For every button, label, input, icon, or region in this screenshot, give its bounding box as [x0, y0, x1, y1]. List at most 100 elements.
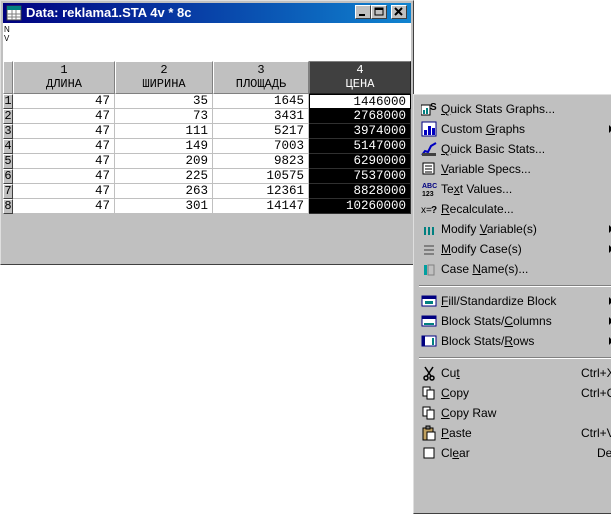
row-header-2[interactable]: 2	[3, 109, 13, 124]
menu-item-quick-stats-graphs[interactable]: S Quick Stats Graphs...	[417, 99, 611, 119]
menu-item-copy[interactable]: Copy Ctrl+C	[417, 383, 611, 403]
table-cell[interactable]: 47	[13, 94, 115, 109]
menu-item-label: Recalculate...	[441, 202, 514, 216]
svg-text:S: S	[430, 102, 437, 113]
svg-text:?: ?	[431, 205, 437, 216]
menu-item-variable-specs[interactable]: Variable Specs...	[417, 159, 611, 179]
data-window: Data: reklama1.STA 4v * 8c N V 1 ДЛИНА 2…	[0, 0, 414, 265]
table-cell[interactable]: 209	[115, 154, 213, 169]
column-name: ПЛОЩАДЬ	[235, 77, 287, 91]
close-button[interactable]	[391, 5, 407, 19]
table-cell[interactable]: 301	[115, 199, 213, 214]
table-cell[interactable]: 149	[115, 139, 213, 154]
selected-cell[interactable]: 8828000	[309, 184, 411, 199]
active-cell[interactable]: 1446000	[309, 94, 411, 109]
table-cell[interactable]: 47	[13, 154, 115, 169]
row-header-5[interactable]: 5	[3, 154, 13, 169]
menu-item-modify-variables[interactable]: Modify Variable(s)	[417, 219, 611, 239]
menu-item-block-stats-columns[interactable]: Block Stats/Columns	[417, 311, 611, 331]
menu-item-label: Fill/Standardize Block	[441, 294, 557, 308]
shortcut-label: Ctrl+X	[581, 366, 611, 380]
selected-cell[interactable]: 3974000	[309, 124, 411, 139]
table-cell[interactable]: 12361	[213, 184, 309, 199]
row-header-4[interactable]: 4	[3, 139, 13, 154]
info-label-v: V	[4, 34, 10, 43]
menu-item-block-stats-rows[interactable]: Block Stats/Rows	[417, 331, 611, 351]
menu-item-quick-basic-stats[interactable]: Quick Basic Stats...	[417, 139, 611, 159]
menu-item-label: Variable Specs...	[441, 162, 531, 176]
menu-item-label: Paste	[441, 426, 472, 440]
column-header-4[interactable]: 4 ЦЕНА	[309, 61, 411, 94]
maximize-button[interactable]	[371, 5, 387, 19]
menu-item-label: Cut	[441, 366, 460, 380]
menu-item-cut[interactable]: Cut Ctrl+X	[417, 363, 611, 383]
shortcut-label: Ctrl+C	[581, 386, 611, 400]
row-header-7[interactable]: 7	[3, 184, 13, 199]
table-cell[interactable]: 47	[13, 184, 115, 199]
menu-item-fill-standardize-block[interactable]: Fill/Standardize Block	[417, 291, 611, 311]
column-name: ДЛИНА	[45, 77, 82, 91]
corner-cell[interactable]	[3, 61, 13, 94]
modify-cases-icon	[424, 245, 434, 255]
table-cell[interactable]: 35	[115, 94, 213, 109]
menu-item-label: Copy	[441, 386, 470, 400]
menu-item-modify-cases[interactable]: Modify Case(s)	[417, 239, 611, 259]
table-cell[interactable]: 3431	[213, 109, 309, 124]
fill-standardize-icon	[421, 295, 437, 307]
menu-item-case-names[interactable]: Case Name(s)...	[417, 259, 611, 279]
selected-cell[interactable]: 5147000	[309, 139, 411, 154]
table-cell[interactable]: 47	[13, 199, 115, 214]
menu-item-text-values[interactable]: ABC 123 Text Values...	[417, 179, 611, 199]
table-cell[interactable]: 47	[13, 109, 115, 124]
table-cell[interactable]: 73	[115, 109, 213, 124]
row-header-8[interactable]: 8	[3, 199, 13, 214]
column-header-3[interactable]: 3 ПЛОЩАДЬ	[213, 61, 309, 94]
column-number: 3	[257, 63, 265, 77]
svg-text:ABC: ABC	[422, 183, 437, 190]
menu-item-paste[interactable]: Paste Ctrl+V	[417, 423, 611, 443]
menu-item-custom-graphs[interactable]: Custom Graphs	[417, 119, 611, 139]
title-bar[interactable]: Data: reklama1.STA 4v * 8c	[3, 3, 411, 23]
table-cell[interactable]: 10575	[213, 169, 309, 184]
menu-item-label: Copy Raw	[441, 406, 497, 420]
table-cell[interactable]: 47	[13, 169, 115, 184]
minimize-button[interactable]	[355, 5, 371, 19]
selected-cell[interactable]: 6290000	[309, 154, 411, 169]
column-name: ШИРИНА	[142, 77, 186, 91]
column-number: 1	[60, 63, 68, 77]
menu-item-copy-raw[interactable]: Copy Raw	[417, 403, 611, 423]
table-cell[interactable]: 9823	[213, 154, 309, 169]
table-cell[interactable]: 47	[13, 139, 115, 154]
menu-item-clear[interactable]: Clear Del	[417, 443, 611, 463]
shortcut-label: Del	[597, 446, 611, 460]
menu-item-label: Clear	[441, 446, 470, 460]
case-names-icon	[424, 264, 435, 276]
info-label-n: N	[4, 25, 10, 34]
table-cell[interactable]: 1645	[213, 94, 309, 109]
table-cell[interactable]: 14147	[213, 199, 309, 214]
row-header-6[interactable]: 6	[3, 169, 13, 184]
context-menu: S Quick Stats Graphs... Custom Graphs Qu…	[413, 94, 611, 514]
table-cell[interactable]: 7003	[213, 139, 309, 154]
quick-basic-stats-icon	[421, 142, 437, 156]
selected-cell[interactable]: 7537000	[309, 169, 411, 184]
block-stats-columns-icon	[421, 315, 437, 327]
table-cell[interactable]: 47	[13, 124, 115, 139]
selected-cell[interactable]: 2768000	[309, 109, 411, 124]
table-cell[interactable]: 111	[115, 124, 213, 139]
row-header-1[interactable]: 1	[3, 94, 13, 109]
column-number: 2	[160, 63, 168, 77]
table-cell[interactable]: 5217	[213, 124, 309, 139]
table-cell[interactable]: 225	[115, 169, 213, 184]
column-header-1[interactable]: 1 ДЛИНА	[13, 61, 115, 94]
paste-icon	[422, 425, 436, 441]
svg-text:123: 123	[422, 191, 434, 197]
menu-separator	[419, 357, 611, 359]
custom-graphs-icon	[421, 121, 437, 137]
row-header-3[interactable]: 3	[3, 124, 13, 139]
menu-item-label: Modify Case(s)	[441, 242, 522, 256]
column-header-2[interactable]: 2 ШИРИНА	[115, 61, 213, 94]
selected-cell[interactable]: 10260000	[309, 199, 411, 214]
menu-item-recalculate[interactable]: x= ? Recalculate...	[417, 199, 611, 219]
table-cell[interactable]: 263	[115, 184, 213, 199]
